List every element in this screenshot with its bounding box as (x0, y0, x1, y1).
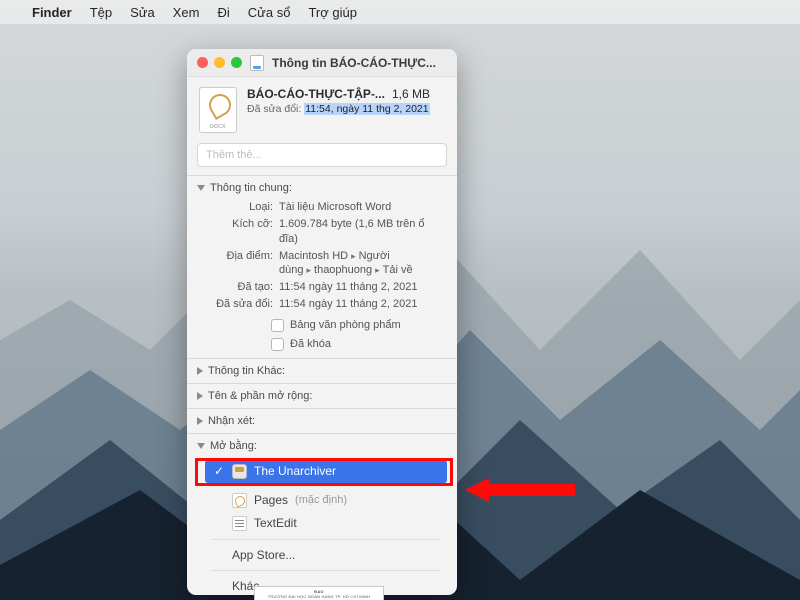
modified-line: Đã sửa đổi: 11:54, ngày 11 thg 2, 2021 (247, 103, 445, 115)
file-header: BÁO-CÁO-THỰC-TẬP-... 1,6 MB Đã sửa đổi: … (187, 77, 457, 139)
locked-checkbox[interactable] (271, 338, 284, 351)
menubar-item-edit[interactable]: Sửa (130, 5, 155, 20)
tags-placeholder: Thêm thẻ... (206, 149, 262, 161)
stationery-row[interactable]: Bảng văn phòng phẩm (271, 316, 457, 335)
locked-row[interactable]: Đã khóa (271, 335, 457, 354)
menu-item-pages[interactable]: Pages (mặc định) (205, 489, 447, 512)
section-open-with[interactable]: Mở bằng: (187, 434, 457, 458)
kind-value: Tài liệu Microsoft Word (279, 200, 445, 215)
open-with-menu: ✓ The Unarchiver Pages (mặc định) TextEd… (205, 460, 447, 595)
close-button[interactable] (197, 57, 208, 68)
pages-icon (232, 493, 247, 508)
traffic-lights (197, 57, 242, 68)
created-value: 11:54 ngày 11 tháng 2, 2021 (279, 280, 445, 295)
document-thumbnail: ĐẠO TRƯỜNG ĐẠI HỌC NGÂN HÀNG TP. HỒ CHÍ … (254, 586, 384, 600)
chevron-right-icon: ▸ (372, 265, 383, 275)
chevron-down-icon (197, 185, 205, 191)
modified-value: 11:54, ngày 11 thg 2, 2021 (304, 103, 429, 115)
menu-item-unarchiver[interactable]: ✓ The Unarchiver (205, 460, 447, 483)
titlebar[interactable]: Thông tin BÁO-CÁO-THỰC... (187, 49, 457, 77)
unarchiver-icon (232, 464, 247, 479)
menubar: Finder Tệp Sửa Xem Đi Cửa sổ Trợ giúp (0, 0, 800, 24)
get-info-window: Thông tin BÁO-CÁO-THỰC... BÁO-CÁO-THỰC-T… (187, 49, 457, 595)
zoom-button[interactable] (231, 57, 242, 68)
size-value: 1.609.784 byte (1,6 MB trên ổ đĩa) (279, 217, 445, 247)
menu-separator (211, 570, 441, 571)
file-size: 1,6 MB (392, 87, 430, 101)
checkmark-icon: ✓ (213, 464, 225, 478)
menubar-item-window[interactable]: Cửa sổ (248, 5, 291, 20)
menubar-item-view[interactable]: Xem (173, 5, 200, 20)
minimize-button[interactable] (214, 57, 225, 68)
modified-value: 11:54 ngày 11 tháng 2, 2021 (279, 297, 445, 312)
menu-item-label: TextEdit (254, 516, 297, 530)
menu-item-label: The Unarchiver (254, 464, 336, 478)
menu-item-label: Pages (254, 493, 288, 507)
menubar-app-name[interactable]: Finder (32, 5, 72, 20)
modified-label: Đã sửa đổi: (247, 103, 301, 115)
default-badge: (mặc định) (295, 494, 347, 506)
tags-input[interactable]: Thêm thẻ... (197, 143, 447, 167)
locked-label: Đã khóa (290, 338, 331, 350)
file-name: BÁO-CÁO-THỰC-TẬP-... (247, 87, 385, 101)
stationery-label: Bảng văn phòng phẩm (290, 319, 401, 331)
menu-item-label: App Store... (232, 548, 295, 562)
menu-item-app-store[interactable]: App Store... (205, 544, 447, 566)
menubar-item-file[interactable]: Tệp (90, 5, 112, 20)
chevron-right-icon (197, 367, 203, 375)
window-title: Thông tin BÁO-CÁO-THỰC... (272, 56, 447, 70)
section-comments[interactable]: Nhận xét: (187, 409, 457, 433)
section-general-title: Thông tin chung: (210, 182, 292, 194)
menubar-item-go[interactable]: Đi (217, 5, 229, 20)
where-value: Macintosh HD▸Người dùng▸thaophuong▸Tải v… (279, 249, 445, 279)
where-label: Địa điểm: (197, 249, 273, 279)
general-info-grid: Loại: Tài liệu Microsoft Word Kích cỡ: 1… (187, 200, 457, 316)
chevron-down-icon (197, 443, 205, 449)
stationery-checkbox[interactable] (271, 319, 284, 332)
textedit-icon (232, 516, 247, 531)
chevron-right-icon (197, 417, 203, 425)
menu-separator (211, 539, 441, 540)
chevron-right-icon (197, 392, 203, 400)
titlebar-file-icon (250, 55, 264, 71)
menubar-item-help[interactable]: Trợ giúp (308, 5, 357, 20)
section-more-info[interactable]: Thông tin Khác: (187, 359, 457, 383)
chevron-right-icon: ▸ (303, 265, 314, 275)
menu-item-textedit[interactable]: TextEdit (205, 512, 447, 535)
section-general-head[interactable]: Thông tin chung: (187, 176, 457, 200)
chevron-right-icon: ▸ (348, 251, 359, 261)
modified-label: Đã sửa đổi: (197, 297, 273, 312)
created-label: Đã tạo: (197, 280, 273, 295)
kind-label: Loại: (197, 200, 273, 215)
section-name-extension[interactable]: Tên & phần mở rộng: (187, 384, 457, 408)
size-label: Kích cỡ: (197, 217, 273, 247)
file-icon (199, 87, 237, 133)
